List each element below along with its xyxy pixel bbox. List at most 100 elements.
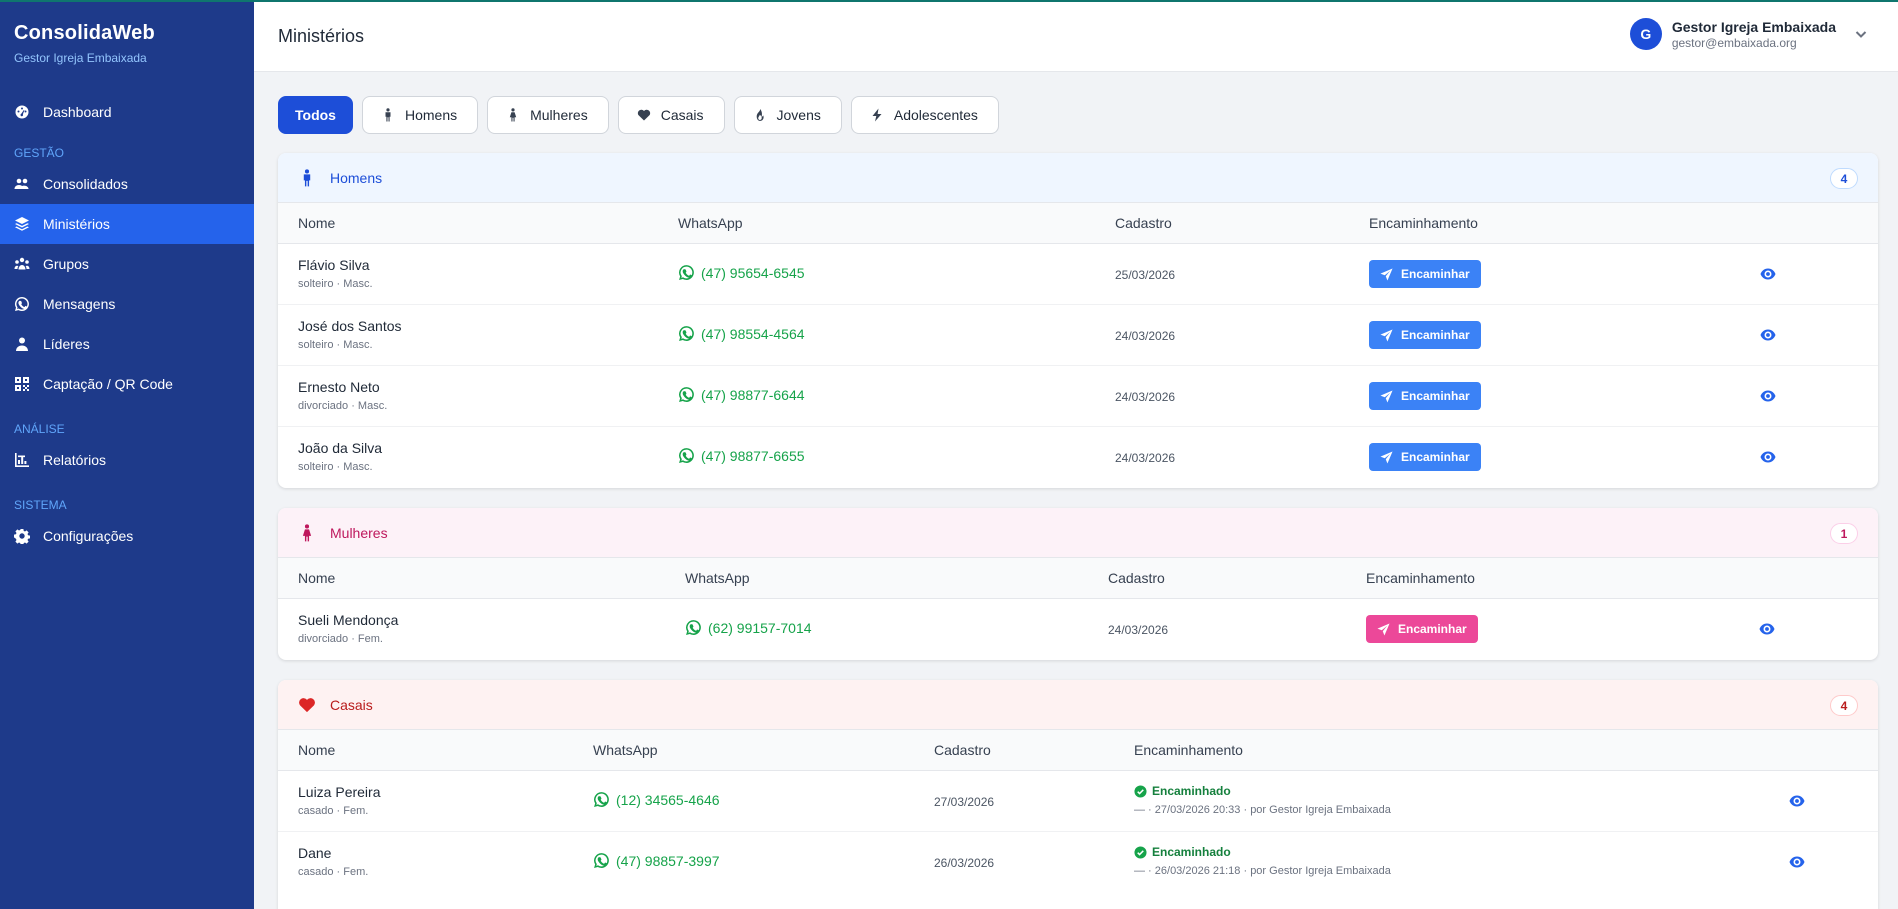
person-name: Luiza Pereira bbox=[298, 784, 381, 800]
view-details-button[interactable] bbox=[1760, 389, 1776, 403]
person-name: Sueli Mendonça bbox=[298, 612, 399, 628]
sidebar-section-sistema: SISTEMA bbox=[14, 498, 67, 512]
user-menu[interactable]: G Gestor Igreja Embaixada gestor@embaixa… bbox=[1629, 18, 1868, 50]
person-meta: divorciado · Masc. bbox=[298, 400, 388, 412]
sidebar-item-lideres[interactable]: Líderes bbox=[0, 324, 254, 364]
view-details-button[interactable] bbox=[1759, 622, 1775, 636]
table-row: Ernesto Neto divorciado · Masc. (47) 988… bbox=[278, 366, 1878, 427]
phone-number: (12) 34565-4646 bbox=[616, 791, 720, 808]
person-meta: solteiro · Masc. bbox=[298, 339, 373, 351]
encaminhar-button[interactable]: Encaminhar bbox=[1369, 260, 1481, 288]
forward-detail: — · 26/03/2026 21:18 · por Gestor Igreja… bbox=[1134, 865, 1391, 877]
whatsapp-icon bbox=[679, 265, 694, 280]
phone-number: (47) 95654-6545 bbox=[701, 264, 805, 281]
cadastro-date: 26/03/2026 bbox=[934, 856, 995, 870]
send-icon bbox=[1380, 267, 1393, 281]
sidebar-item-consolidados[interactable]: Consolidados bbox=[0, 164, 254, 204]
qrcode-icon bbox=[14, 376, 30, 392]
sidebar-item-grupos[interactable]: Grupos bbox=[0, 244, 254, 284]
gauge-icon bbox=[14, 104, 30, 120]
whatsapp-link[interactable]: (47) 98877-6644 bbox=[678, 386, 805, 403]
whatsapp-icon bbox=[594, 792, 609, 807]
whatsapp-link[interactable]: (47) 98857-3997 bbox=[593, 852, 720, 869]
filter-mulheres[interactable]: Mulheres bbox=[487, 96, 609, 134]
cadastro-date: 25/03/2026 bbox=[1115, 268, 1176, 282]
filter-label: Adolescentes bbox=[893, 107, 978, 123]
cadastro-date: 24/03/2026 bbox=[1115, 329, 1176, 343]
chart-icon bbox=[14, 452, 30, 468]
heart-icon bbox=[298, 696, 316, 714]
female-icon bbox=[509, 108, 517, 122]
filter-homens[interactable]: Homens bbox=[361, 96, 479, 134]
eye-icon bbox=[1760, 329, 1776, 341]
view-details-button[interactable] bbox=[1760, 328, 1776, 342]
whatsapp-icon bbox=[679, 387, 694, 402]
table-row: Flávio Silva solteiro · Masc. (47) 95654… bbox=[278, 244, 1878, 305]
eye-icon bbox=[1760, 390, 1776, 402]
forward-detail: — · 27/03/2026 20:33 · por Gestor Igreja… bbox=[1134, 804, 1391, 816]
filter-adolescentes[interactable]: Adolescentes bbox=[850, 96, 999, 134]
sidebar-item-relatorios[interactable]: Relatórios bbox=[0, 440, 254, 480]
phone-number: (47) 98877-6644 bbox=[701, 386, 805, 403]
whatsapp-icon bbox=[14, 296, 30, 312]
sidebar-item-label: Captação / QR Code bbox=[43, 376, 173, 392]
button-label: Encaminhar bbox=[1401, 450, 1470, 464]
filter-todos[interactable]: Todos bbox=[278, 96, 353, 134]
col-cadastro: Cadastro bbox=[1108, 570, 1165, 586]
heart-icon bbox=[637, 109, 650, 121]
avatar: G bbox=[1629, 18, 1662, 50]
col-nome: Nome bbox=[298, 742, 336, 758]
button-label: Encaminhar bbox=[1401, 328, 1470, 342]
whatsapp-icon bbox=[594, 853, 609, 868]
ministry-card-mulheres: Mulheres 1 Nome WhatsApp Cadastro Encami… bbox=[278, 508, 1878, 660]
whatsapp-link[interactable]: (47) 98877-6655 bbox=[678, 447, 805, 464]
whatsapp-link[interactable]: (12) 34565-4646 bbox=[593, 791, 720, 808]
encaminhar-button[interactable]: Encaminhar bbox=[1366, 615, 1478, 643]
cadastro-date: 24/03/2026 bbox=[1115, 390, 1176, 404]
col-whatsapp: WhatsApp bbox=[593, 742, 658, 758]
view-details-button[interactable] bbox=[1789, 794, 1805, 808]
ministry-card-casais: Casais 4 Nome WhatsApp Cadastro Encaminh… bbox=[278, 680, 1878, 909]
sidebar-item-configuracoes[interactable]: Configurações bbox=[0, 516, 254, 556]
sidebar-section-analise: ANÁLISE bbox=[14, 422, 65, 436]
encaminhar-button[interactable]: Encaminhar bbox=[1369, 382, 1481, 410]
filter-label: Casais bbox=[660, 107, 704, 123]
col-whatsapp: WhatsApp bbox=[678, 215, 743, 231]
person-name: Ernesto Neto bbox=[298, 379, 380, 395]
check-circle-icon bbox=[1134, 845, 1147, 859]
send-icon bbox=[1380, 328, 1393, 342]
table-row: Luiza Pereira casado · Fem. (12) 34565-4… bbox=[278, 771, 1878, 832]
filter-label: Todos bbox=[295, 107, 336, 123]
sidebar-item-label: Líderes bbox=[43, 336, 90, 352]
gear-icon bbox=[14, 528, 30, 544]
view-details-button[interactable] bbox=[1789, 855, 1805, 869]
view-details-button[interactable] bbox=[1760, 267, 1776, 281]
sidebar-item-captacao[interactable]: Captação / QR Code bbox=[0, 364, 254, 404]
table-header: Nome WhatsApp Cadastro Encaminhamento bbox=[278, 558, 1878, 599]
brand: ConsolidaWeb Gestor Igreja Embaixada bbox=[0, 0, 254, 92]
sidebar-item-ministerios[interactable]: Ministérios bbox=[0, 204, 254, 244]
table-row: Sueli Mendonça divorciado · Fem. (62) 99… bbox=[278, 599, 1878, 660]
button-label: Encaminhar bbox=[1401, 389, 1470, 403]
top-accent-line bbox=[0, 0, 1898, 2]
encaminhar-button[interactable]: Encaminhar bbox=[1369, 443, 1481, 471]
filter-jovens[interactable]: Jovens bbox=[733, 96, 842, 134]
filter-casais[interactable]: Casais bbox=[617, 96, 725, 134]
whatsapp-link[interactable]: (62) 99157-7014 bbox=[685, 619, 812, 636]
page-title: Ministérios bbox=[278, 26, 365, 46]
sidebar-item-dashboard[interactable]: Dashboard bbox=[0, 92, 254, 132]
whatsapp-link[interactable]: (47) 95654-6545 bbox=[678, 264, 805, 281]
male-icon bbox=[298, 168, 316, 187]
sidebar-item-mensagens[interactable]: Mensagens bbox=[0, 284, 254, 324]
encaminhar-button[interactable]: Encaminhar bbox=[1369, 321, 1481, 349]
view-details-button[interactable] bbox=[1760, 450, 1776, 464]
chevron-down-icon bbox=[1854, 27, 1868, 41]
phone-number: (47) 98877-6655 bbox=[701, 447, 805, 464]
sidebar-item-label: Relatórios bbox=[43, 452, 107, 468]
user-info: Gestor Igreja Embaixada gestor@embaixada… bbox=[1672, 19, 1836, 50]
sidebar-item-label: Grupos bbox=[43, 256, 89, 272]
whatsapp-link[interactable]: (47) 98554-4564 bbox=[678, 325, 805, 342]
card-title: Homens bbox=[330, 169, 383, 186]
forward-status: Encaminhado bbox=[1134, 845, 1231, 859]
col-cadastro: Cadastro bbox=[1115, 215, 1172, 231]
